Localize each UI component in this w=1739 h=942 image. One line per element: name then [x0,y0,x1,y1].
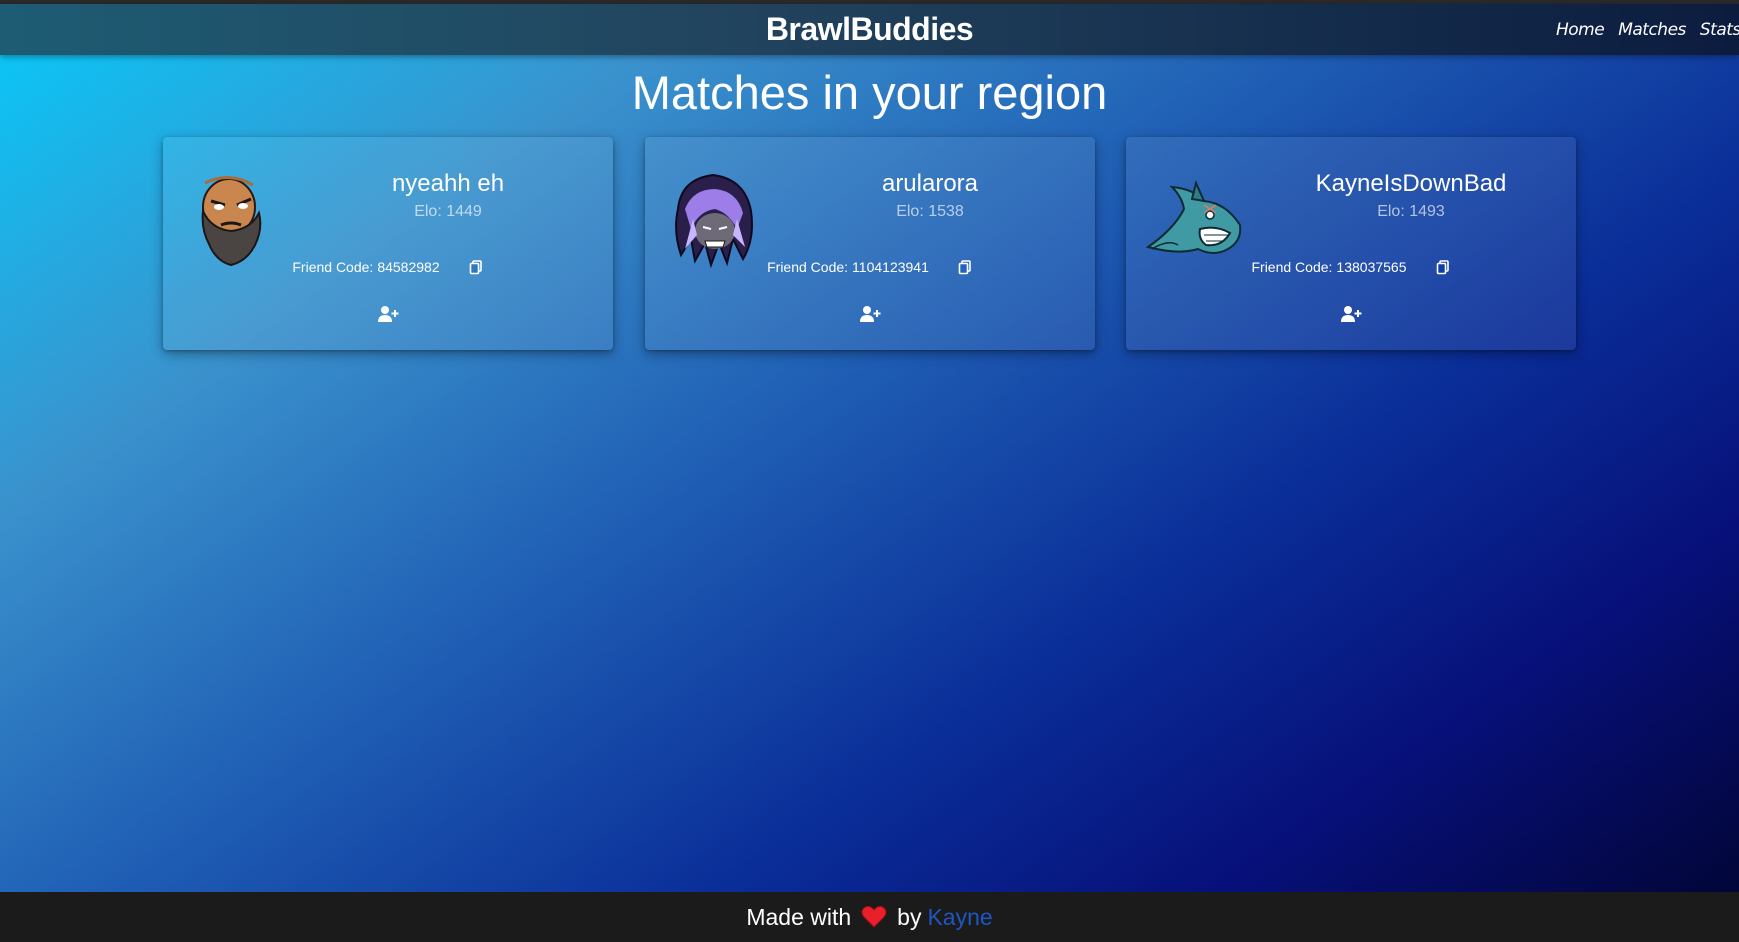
purple-hair-warrior-icon [675,173,753,269]
copy-icon[interactable] [957,259,973,275]
footer: Made with by Kayne [0,892,1739,942]
friend-code-row: Friend Code: 138037565 [1126,257,1576,277]
nav-links: Home Matches Stats [1556,4,1739,55]
friend-code-value: 138037565 [1336,259,1407,275]
friend-code-row: Friend Code: 84582982 [163,257,613,277]
friend-code-label: Friend Code: [767,259,849,275]
page-title: Matches in your region [631,66,1108,119]
match-card: KayneIsDownBad Elo: 1493 Friend Code: 13… [1126,137,1576,350]
main-content: Matches in your region nyeahh eh Elo: 14… [0,55,1739,892]
footer-made-with: Made with [746,903,852,930]
friend-code-value: 84582982 [377,259,440,275]
friend-code-value: 1104123941 [852,259,929,275]
add-friend-icon[interactable] [1340,305,1362,323]
player-name: arularora [881,170,979,197]
player-name: nyeahh eh [391,170,505,197]
player-elo: Elo: 1538 [896,203,964,220]
match-card: nyeahh eh Elo: 1449 Friend Code: 8458298… [163,137,613,350]
copy-icon[interactable] [468,259,484,275]
friend-code-row: Friend Code: 1104123941 [645,257,1095,277]
friend-code-label: Friend Code: [1251,259,1333,275]
player-name: KayneIsDownBad [1315,170,1507,197]
nav-link-matches[interactable]: Matches [1618,20,1686,40]
heart-icon [861,905,887,928]
bearded-warrior-icon [201,176,262,267]
add-friend-icon[interactable] [377,305,399,323]
match-card: arularora Elo: 1538 Friend Code: 1104123… [645,137,1095,350]
nav-link-home[interactable]: Home [1556,20,1605,40]
player-elo: Elo: 1493 [1377,203,1445,220]
nav-link-stats[interactable]: Stats [1700,20,1739,40]
copy-icon[interactable] [1435,259,1451,275]
player-elo: Elo: 1449 [414,203,482,220]
brand-logo[interactable]: BrawlBuddies [0,4,1739,55]
navbar: BrawlBuddies Home Matches Stats [0,4,1739,55]
friend-code-label: Friend Code: [292,259,374,275]
add-friend-icon[interactable] [859,305,881,323]
footer-by: by [897,903,922,930]
author-link[interactable]: Kayne [927,904,992,931]
shark-icon [1145,179,1242,254]
